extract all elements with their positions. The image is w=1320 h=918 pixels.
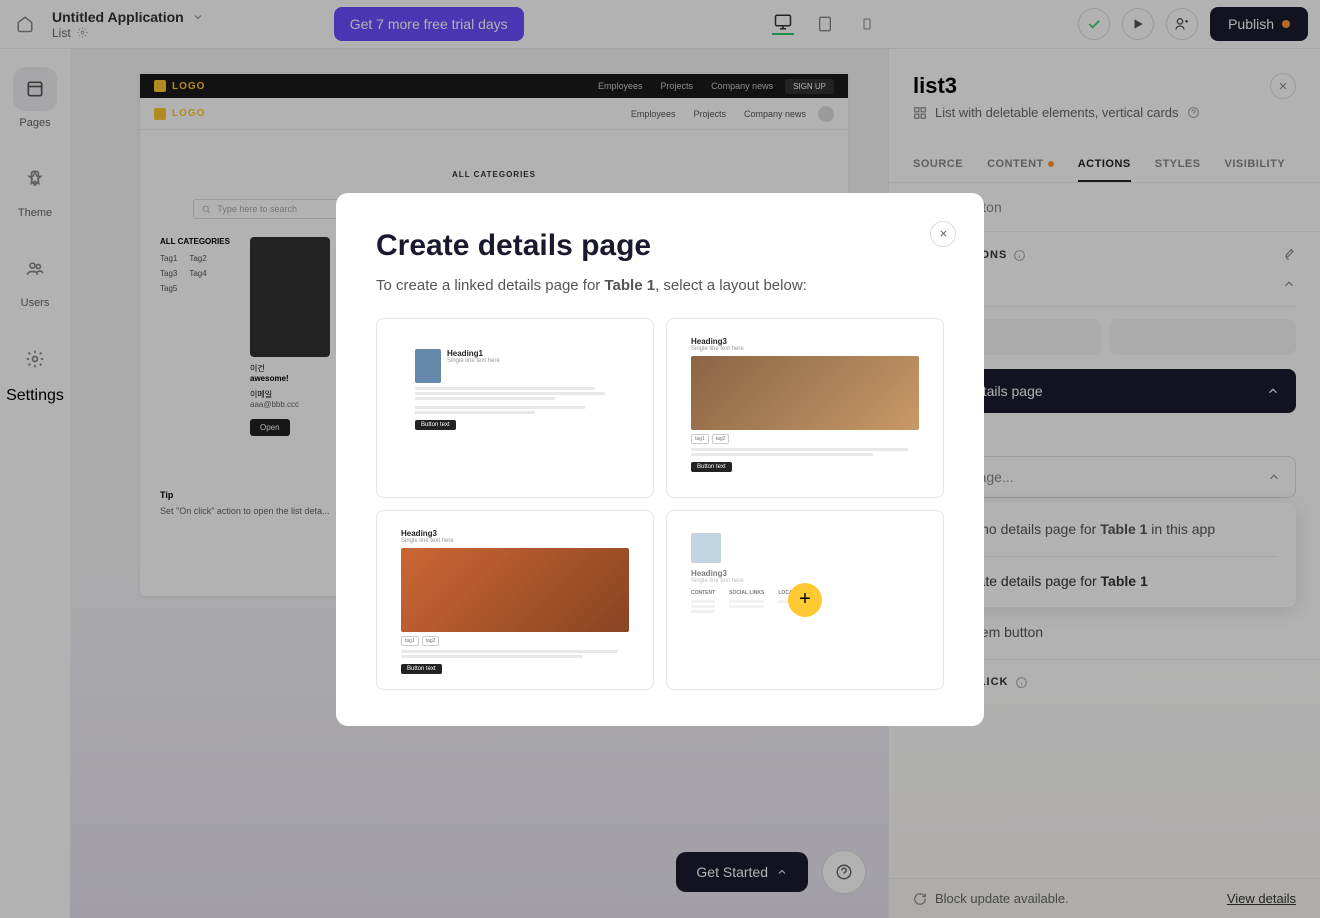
- layout-option-1[interactable]: Heading1 Single line text here Button te…: [376, 318, 654, 498]
- modal-title: Create details page: [376, 229, 944, 263]
- modal-close-button[interactable]: [930, 221, 956, 247]
- layout-option-2[interactable]: Heading3 Single line text here tag1tag2 …: [666, 318, 944, 498]
- layout-option-3[interactable]: Heading3 Single line text here tag1tag2 …: [376, 510, 654, 690]
- modal-subtitle: To create a linked details page for Tabl…: [376, 277, 944, 294]
- layout-avatar: [415, 349, 441, 383]
- plus-circle-icon: +: [788, 583, 822, 617]
- modal-backdrop[interactable]: Create details page To create a linked d…: [0, 0, 1320, 918]
- layout-image: [401, 548, 629, 632]
- create-details-modal: Create details page To create a linked d…: [336, 193, 984, 726]
- layout-option-4[interactable]: + Heading3 Single line text here CONTENT…: [666, 510, 944, 690]
- layout-avatar: [691, 533, 721, 563]
- close-icon: [938, 228, 949, 239]
- layout-image: [691, 356, 919, 430]
